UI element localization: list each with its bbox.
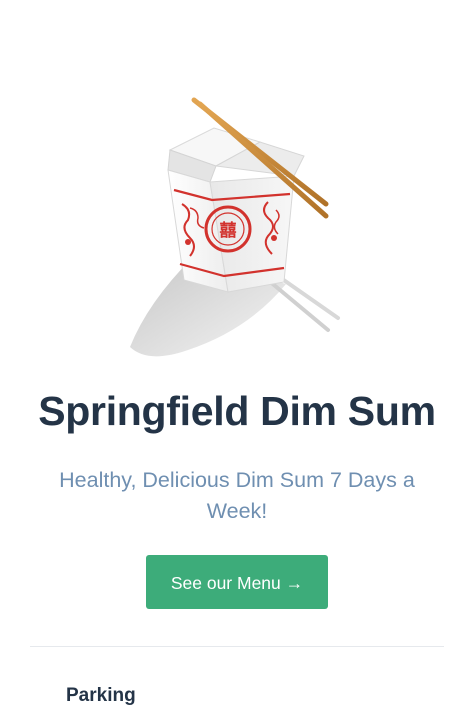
svg-text:囍: 囍 bbox=[220, 221, 237, 241]
parking-section-heading: Parking bbox=[66, 685, 136, 706]
see-menu-button[interactable]: See our Menu → bbox=[146, 555, 328, 609]
page-subtitle: Healthy, Delicious Dim Sum 7 Days a Week… bbox=[59, 468, 415, 523]
takeout-box-illustration: 囍 bbox=[118, 92, 358, 362]
section-divider bbox=[30, 646, 444, 647]
page-title: Springfield Dim Sum bbox=[38, 388, 436, 434]
